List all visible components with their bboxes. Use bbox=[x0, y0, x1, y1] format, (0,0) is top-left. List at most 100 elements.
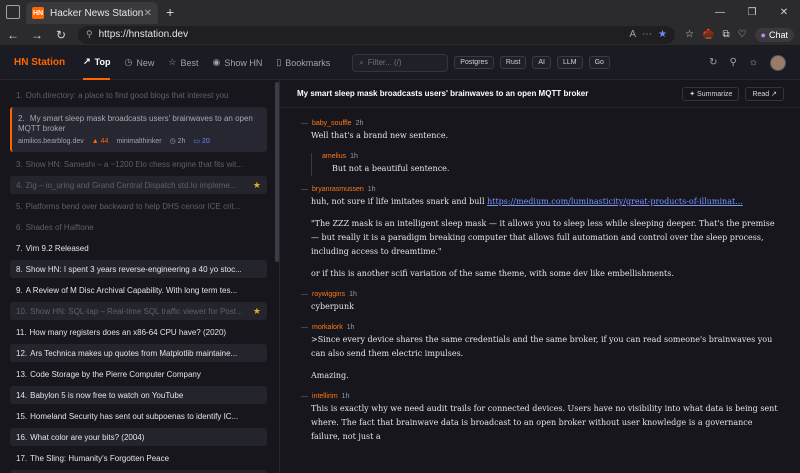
back-icon[interactable]: ← bbox=[6, 28, 20, 42]
collapse-icon[interactable]: — bbox=[301, 120, 308, 127]
story-item[interactable]: 1. Ooh.directory: a place to find good bl… bbox=[10, 86, 267, 104]
close-window-button[interactable]: ✕ bbox=[768, 0, 800, 24]
story-item[interactable]: 11. How many registers does an x86-64 CPU… bbox=[10, 323, 267, 341]
chip-rust[interactable]: Rust bbox=[499, 56, 527, 69]
comment-author[interactable]: intellirim bbox=[312, 393, 338, 400]
nav-top[interactable]: ↗ Top bbox=[83, 46, 111, 80]
read-button[interactable]: Read ↗ bbox=[745, 86, 784, 101]
story-item[interactable]: 7. Vim 9.2 Released bbox=[10, 239, 267, 257]
filter-search[interactable]: ⌕ bbox=[352, 53, 449, 72]
split-screen-icon[interactable]: ⧉ bbox=[722, 29, 729, 40]
story-meta: aimilios.bearblog.dev ▲ 44 minimalthinker ◷… bbox=[18, 137, 210, 146]
story-item[interactable]: 4. Zig – io_uring and Grand Central Dispa… bbox=[10, 176, 267, 194]
nav-best[interactable]: ☆ Best bbox=[168, 46, 198, 80]
story-item[interactable]: 6. Shades of Halftone bbox=[10, 218, 267, 236]
story-item[interactable]: 17. The Sling: Humanity's Forgotten Peace bbox=[10, 449, 267, 467]
detail-title: My smart sleep mask broadcasts users' br… bbox=[297, 89, 589, 98]
story-item[interactable]: 15. Homeland Security has sent out subpoe… bbox=[10, 407, 267, 425]
story-title: What color are your bits? (2004) bbox=[30, 432, 145, 442]
pin-icon[interactable]: ⚲ bbox=[730, 57, 737, 68]
story-comments[interactable]: ▭ 20 bbox=[193, 137, 209, 145]
nav-show-hn[interactable]: ◉ Show HN bbox=[212, 46, 262, 80]
summarize-button[interactable]: ✦ Summarize bbox=[682, 86, 740, 101]
restore-button[interactable]: ❐ bbox=[736, 0, 768, 24]
story-number: 6. bbox=[16, 222, 23, 232]
story-item[interactable]: 13. Code Storage by the Pierre Computer C… bbox=[10, 365, 267, 383]
story-item[interactable]: 9. A Review of M Disc Archival Capability… bbox=[10, 281, 267, 299]
comment: — morkalork 1h >Since every device shares t… bbox=[301, 324, 782, 383]
star-icon: ☆ bbox=[168, 57, 177, 67]
story-number: 12. bbox=[16, 348, 28, 358]
story-item[interactable]: 14. Babylon 5 is now free to watch on You… bbox=[10, 386, 267, 404]
nav-show-hn-label: Show HN bbox=[224, 57, 263, 68]
story-domain[interactable]: aimilios.bearblog.dev bbox=[18, 138, 84, 145]
comment-age: 1h bbox=[367, 186, 376, 193]
comment-author[interactable]: bryanrasmussen bbox=[312, 186, 364, 193]
story-item[interactable]: 5. Platforms bend over backward to help D… bbox=[10, 197, 267, 215]
story-item[interactable]: 3. Show HN: Sameshi – a ~1200 Elo chess e… bbox=[10, 155, 267, 173]
comment-author-row: amelius 1h bbox=[322, 153, 782, 160]
close-tab-icon[interactable]: ✕ bbox=[144, 8, 152, 19]
chip-ai[interactable]: AI bbox=[532, 56, 551, 69]
favorites-icon[interactable]: ☆ bbox=[685, 29, 694, 40]
story-item[interactable]: 12. Ars Technica makes up quotes from Mat… bbox=[10, 344, 267, 362]
more-page-icon[interactable]: ⋯ bbox=[642, 29, 652, 40]
story-list-scrollbar[interactable] bbox=[275, 82, 279, 262]
comment-link[interactable]: https://medium.com/luminasticity/great-p… bbox=[487, 197, 743, 206]
chip-go[interactable]: Go bbox=[588, 56, 610, 69]
comment-body: Well that's a brand new sentence. bbox=[311, 129, 782, 143]
comment-author[interactable]: baby_souffle bbox=[312, 120, 352, 127]
copilot-chat-button[interactable]: ● Chat bbox=[754, 27, 794, 42]
new-tab-button[interactable]: + bbox=[166, 4, 174, 20]
story-list: 1. Ooh.directory: a place to find good bl… bbox=[0, 80, 280, 473]
external-link-icon: ↗ bbox=[769, 90, 777, 98]
comment-paragraph: huh, not sure if life imitates snark and… bbox=[311, 197, 743, 206]
reload-icon[interactable]: ↻ bbox=[54, 28, 68, 42]
story-title: Zig – io_uring and Grand Central Dispatc… bbox=[25, 180, 237, 190]
clock-icon: ◷ bbox=[124, 57, 133, 67]
story-item[interactable]: 10. Show HN: SQL-tap – Real-time SQL traf… bbox=[10, 302, 267, 320]
chip-postgres[interactable]: Postgres bbox=[454, 56, 494, 69]
favorite-star-icon[interactable]: ★ bbox=[658, 29, 667, 40]
forward-icon[interactable]: → bbox=[30, 28, 44, 42]
collapse-icon[interactable]: — bbox=[301, 324, 308, 331]
nav-new[interactable]: ◷ New bbox=[124, 46, 154, 80]
avatar[interactable] bbox=[770, 54, 786, 71]
chip-llm[interactable]: LLM bbox=[556, 56, 583, 69]
story-item[interactable]: 16. What color are your bits? (2004) bbox=[10, 428, 267, 446]
story-number: 15. bbox=[16, 411, 28, 421]
site-info-icon[interactable]: ⚲ bbox=[86, 29, 93, 40]
sun-icon[interactable]: ☼ bbox=[749, 57, 758, 68]
bookmark-star-icon[interactable]: ★ bbox=[253, 306, 261, 317]
collapse-icon[interactable]: — bbox=[301, 186, 308, 193]
filter-input[interactable] bbox=[367, 58, 442, 67]
tab-actions-icon[interactable] bbox=[6, 5, 20, 19]
story-item[interactable]: 2. My smart sleep mask broadcasts users'… bbox=[10, 107, 267, 152]
minimize-button[interactable]: — bbox=[704, 0, 736, 24]
comment-author[interactable]: amelius bbox=[322, 153, 346, 160]
comment-paragraph: or if this is another scifi variation of… bbox=[311, 269, 674, 278]
story-title: Vim 9.2 Released bbox=[25, 243, 89, 253]
bookmark-star-icon[interactable]: ★ bbox=[253, 180, 261, 191]
story-number: 10. bbox=[16, 306, 28, 316]
refresh-icon[interactable]: ↻ bbox=[709, 57, 717, 68]
comment-age: 2h bbox=[355, 120, 364, 127]
extension-icon[interactable]: 🌰 bbox=[702, 29, 714, 40]
collapse-icon[interactable]: — bbox=[301, 393, 308, 400]
collections-icon[interactable]: ♡ bbox=[738, 29, 747, 40]
comment-author[interactable]: morkalork bbox=[312, 324, 343, 331]
story-title: The Sling: Humanity's Forgotten Peace bbox=[30, 453, 170, 463]
nav-bookmarks[interactable]: ▯ Bookmarks bbox=[276, 46, 330, 80]
browser-tabstrip: HN Hacker News Station ✕ + — ❐ ✕ bbox=[0, 0, 800, 24]
app-logo[interactable]: HN Station bbox=[14, 57, 65, 68]
comment-author[interactable]: roywiggins bbox=[312, 291, 345, 298]
story-item[interactable]: 8. Show HN: I spent 3 years reverse-engin… bbox=[10, 260, 267, 278]
read-aloud-icon[interactable]: A bbox=[629, 29, 636, 40]
nav-best-label: Best bbox=[180, 57, 199, 68]
story-user[interactable]: minimalthinker bbox=[116, 138, 161, 145]
collapse-icon[interactable]: — bbox=[301, 291, 308, 298]
comment-body: This is exactly why we need audit trails… bbox=[311, 402, 782, 444]
url-field[interactable]: ⚲ https://hnstation.dev A ⋯ ★ bbox=[78, 25, 676, 44]
story-title: Show HN: Sameshi – a ~1200 Elo chess eng… bbox=[25, 159, 243, 169]
browser-tab[interactable]: HN Hacker News Station ✕ bbox=[26, 2, 158, 24]
